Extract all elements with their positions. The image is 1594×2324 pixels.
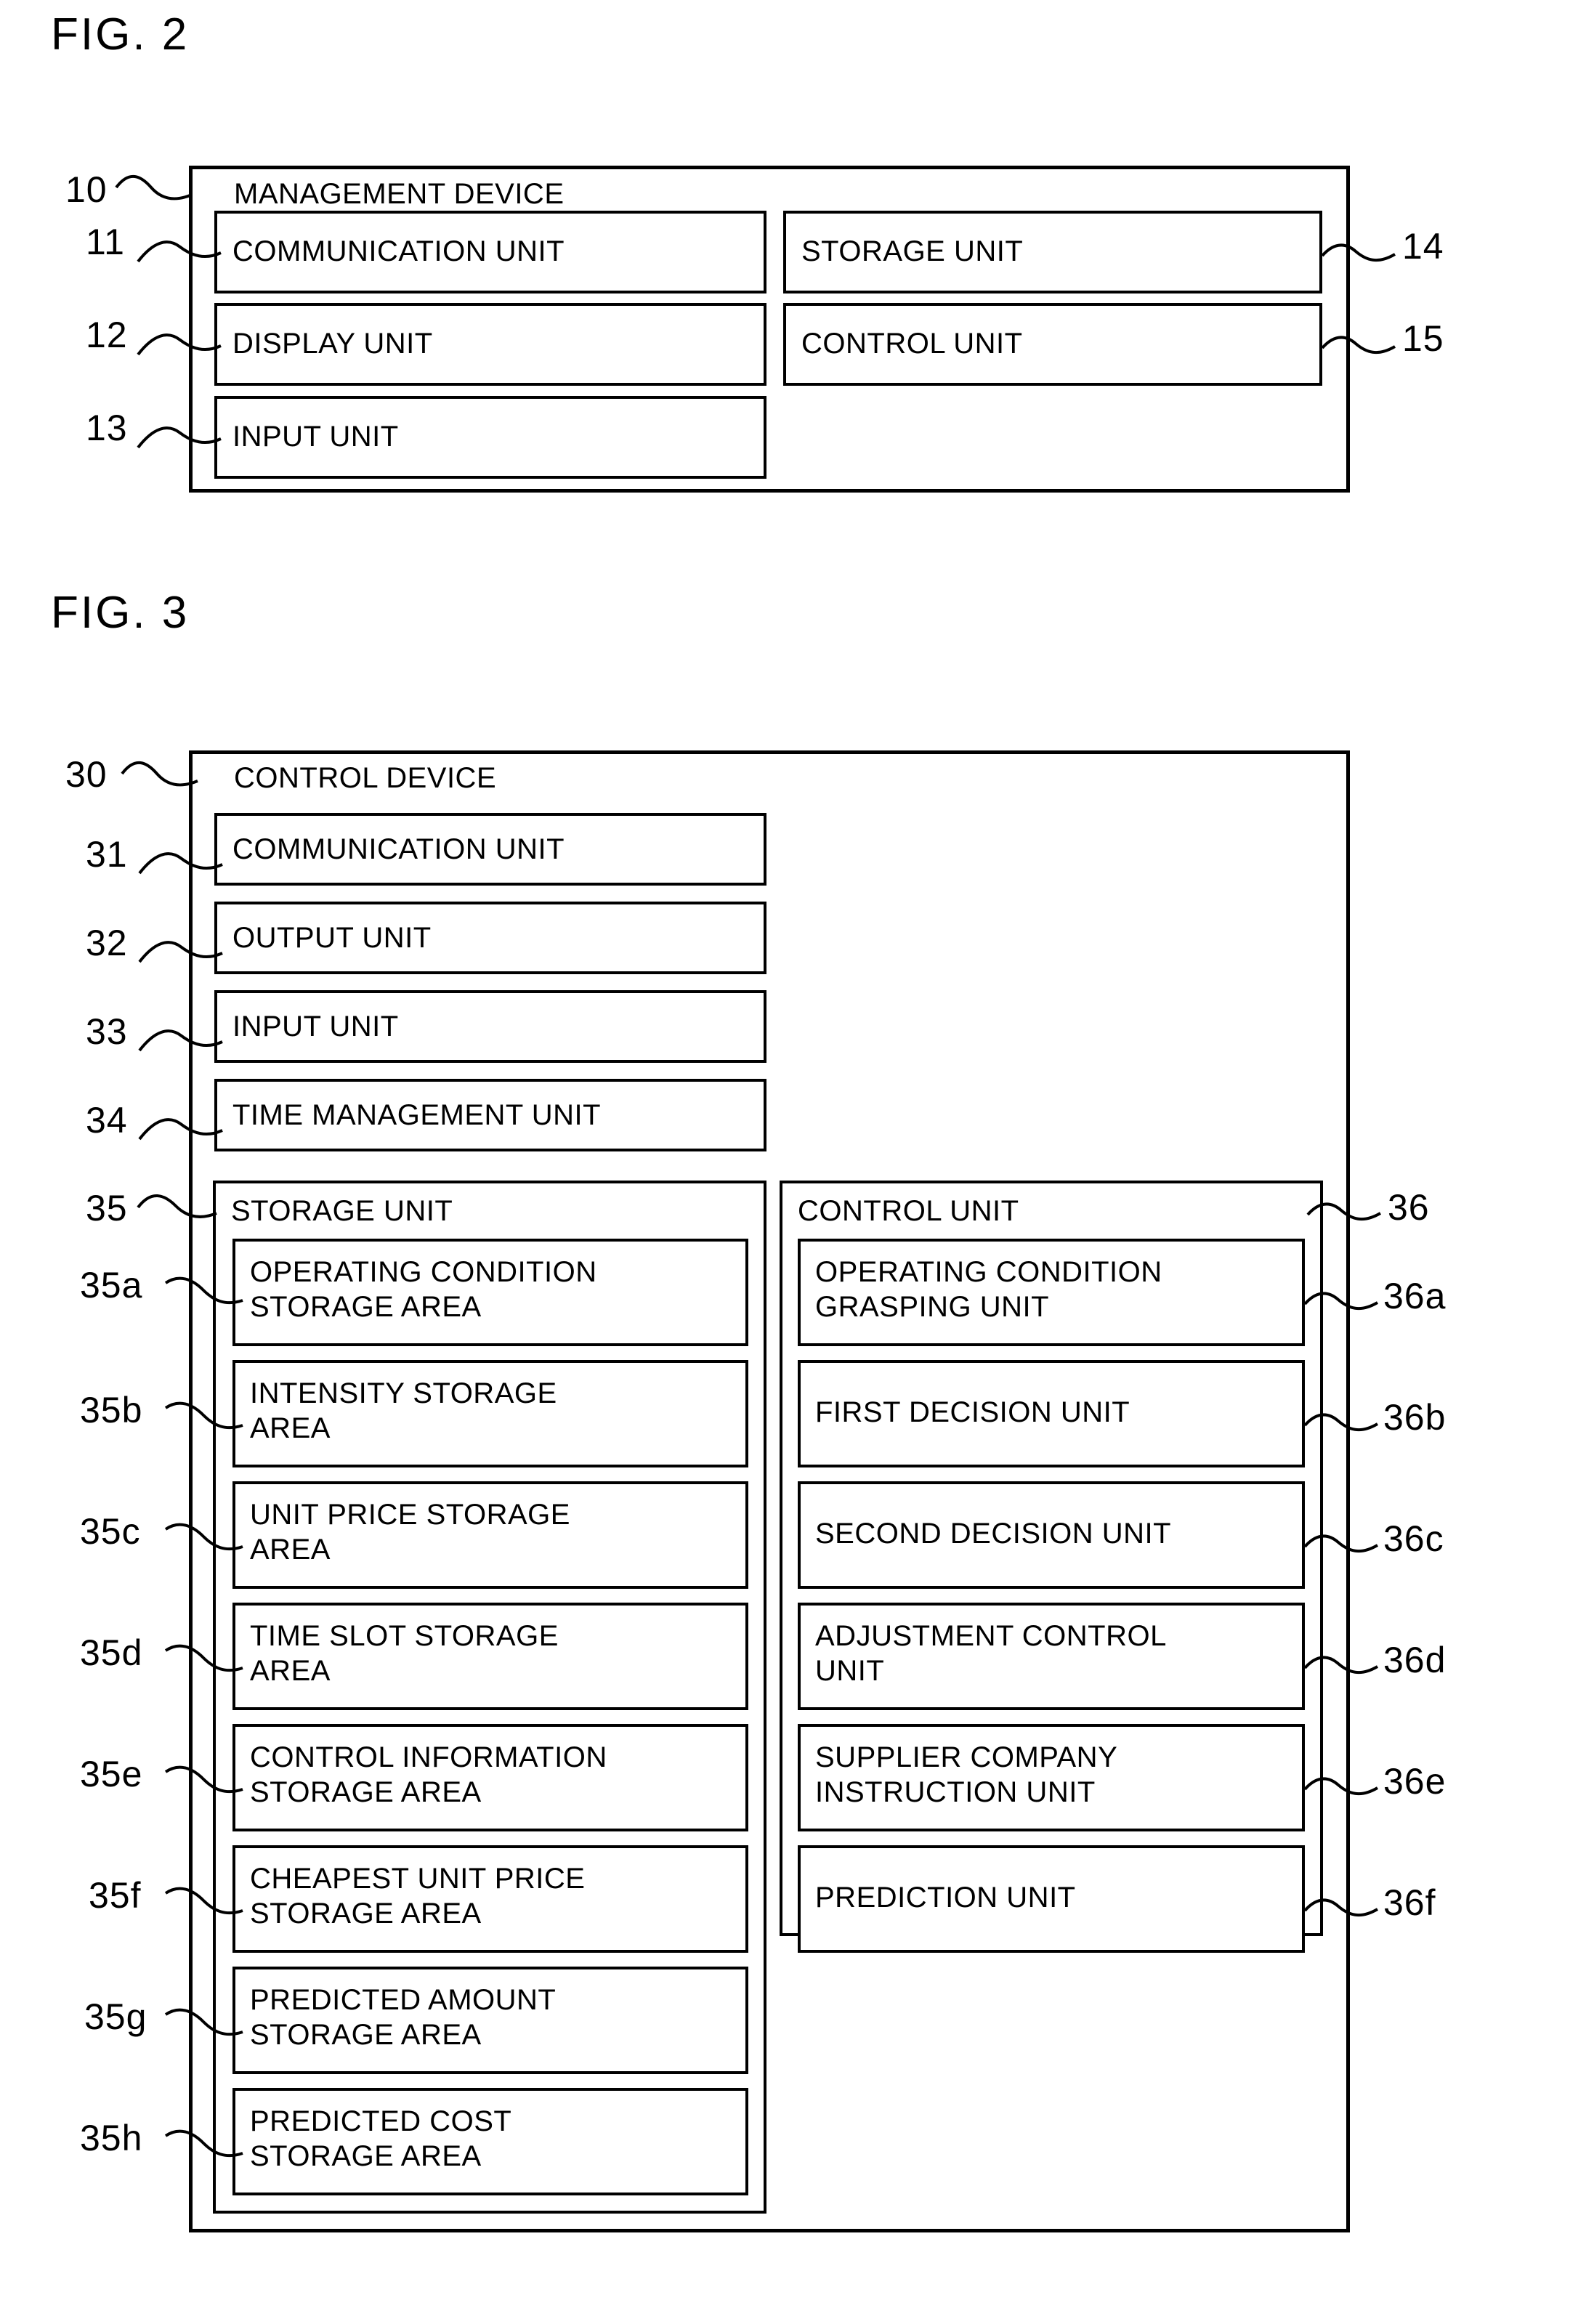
first-decision-unit-label-36b: FIRST DECISION UNIT <box>815 1395 1130 1430</box>
ref-numeral-36b: 36b <box>1383 1397 1447 1438</box>
control-unit-title-36: CONTROL UNIT <box>798 1195 1019 1227</box>
management-device-title: MANAGEMENT DEVICE <box>234 178 565 210</box>
label-line-2: GRASPING UNIT <box>815 1291 1050 1323</box>
figure-2-title: FIG. 2 <box>51 9 190 60</box>
adjustment-control-unit-label-36d: ADJUSTMENT CONTROL UNIT <box>815 1619 1167 1688</box>
ref-numeral-14: 14 <box>1402 226 1444 267</box>
label-line-1: ADJUSTMENT CONTROL <box>815 1620 1167 1652</box>
time-management-unit-label-34: TIME MANAGEMENT UNIT <box>232 1099 602 1131</box>
ref-numeral-33: 33 <box>86 1011 128 1052</box>
control-device-title: CONTROL DEVICE <box>234 762 497 794</box>
label-line-2: STORAGE AREA <box>250 2019 482 2051</box>
time-slot-storage-area-label-35d: TIME SLOT STORAGE AREA <box>250 1619 559 1688</box>
ref-numeral-31: 31 <box>86 834 128 875</box>
control-unit-label-15: CONTROL UNIT <box>801 328 1023 360</box>
ref-numeral-36e: 36e <box>1383 1761 1447 1802</box>
ref-numeral-11: 11 <box>86 222 125 262</box>
label-line-1: INTENSITY STORAGE <box>250 1377 557 1409</box>
ref-numeral-35a: 35a <box>80 1265 143 1305</box>
storage-unit-label-14: STORAGE UNIT <box>801 235 1024 267</box>
label-line-2: AREA <box>250 1534 331 1566</box>
label-line-1: PREDICTED COST <box>250 2105 512 2137</box>
label-line-2: UNIT <box>815 1655 885 1687</box>
leader-line-10 <box>115 174 193 201</box>
label-line-1: OPERATING CONDITION <box>250 1256 597 1288</box>
ref-numeral-36c: 36c <box>1383 1518 1444 1559</box>
communication-unit-label-11: COMMUNICATION UNIT <box>232 235 565 267</box>
label-line-1: SECOND DECISION UNIT <box>815 1518 1172 1550</box>
input-unit-label-13: INPUT UNIT <box>232 421 399 453</box>
label-line-1: FIRST DECISION UNIT <box>815 1396 1130 1428</box>
operating-condition-grasping-unit-label-36a: OPERATING CONDITION GRASPING UNIT <box>815 1255 1162 1324</box>
ref-numeral-12: 12 <box>86 315 128 355</box>
ref-numeral-35h: 35h <box>80 2118 143 2158</box>
second-decision-unit-label-36c: SECOND DECISION UNIT <box>815 1516 1171 1551</box>
ref-numeral-36d: 36d <box>1383 1640 1447 1680</box>
ref-numeral-35b: 35b <box>80 1390 143 1430</box>
operating-condition-storage-area-label-35a: OPERATING CONDITION STORAGE AREA <box>250 1255 597 1324</box>
label-line-1: CONTROL INFORMATION <box>250 1741 607 1773</box>
figure-3-title: FIG. 3 <box>51 588 190 638</box>
ref-numeral-13: 13 <box>86 408 128 448</box>
storage-unit-title-35: STORAGE UNIT <box>231 1195 453 1227</box>
supplier-company-instruction-unit-label-36e: SUPPLIER COMPANY INSTRUCTION UNIT <box>815 1740 1117 1810</box>
label-line-1: PREDICTION UNIT <box>815 1882 1076 1914</box>
label-line-1: OPERATING CONDITION <box>815 1256 1162 1288</box>
communication-unit-label-31: COMMUNICATION UNIT <box>232 833 565 865</box>
label-line-2: INSTRUCTION UNIT <box>815 1776 1096 1808</box>
cheapest-unit-price-storage-area-label-35f: CHEAPEST UNIT PRICE STORAGE AREA <box>250 1861 585 1931</box>
ref-numeral-10: 10 <box>65 169 108 210</box>
input-unit-label-33: INPUT UNIT <box>232 1011 399 1042</box>
predicted-cost-storage-area-label-35h: PREDICTED COST STORAGE AREA <box>250 2104 511 2174</box>
intensity-storage-area-label-35b: INTENSITY STORAGE AREA <box>250 1376 557 1446</box>
unit-price-storage-area-label-35c: UNIT PRICE STORAGE AREA <box>250 1497 570 1567</box>
label-line-2: STORAGE AREA <box>250 1776 482 1808</box>
display-unit-label-12: DISPLAY UNIT <box>232 328 433 360</box>
label-line-1: UNIT PRICE STORAGE <box>250 1499 570 1531</box>
label-line-2: STORAGE AREA <box>250 1291 482 1323</box>
ref-numeral-36a: 36a <box>1383 1276 1447 1316</box>
ref-numeral-36: 36 <box>1388 1187 1430 1228</box>
label-line-1: CHEAPEST UNIT PRICE <box>250 1863 586 1895</box>
ref-numeral-34: 34 <box>86 1100 128 1141</box>
ref-numeral-35d: 35d <box>80 1632 143 1673</box>
ref-numeral-32: 32 <box>86 923 128 963</box>
ref-numeral-36f: 36f <box>1383 1882 1436 1923</box>
label-line-2: STORAGE AREA <box>250 1898 482 1930</box>
output-unit-label-32: OUTPUT UNIT <box>232 922 432 954</box>
label-line-2: STORAGE AREA <box>250 2140 482 2172</box>
ref-numeral-35e: 35e <box>80 1754 143 1794</box>
ref-numeral-30: 30 <box>65 754 108 795</box>
ref-numeral-15: 15 <box>1402 318 1444 359</box>
label-line-2: AREA <box>250 1655 331 1687</box>
ref-numeral-35g: 35g <box>84 1996 147 2037</box>
label-line-1: PREDICTED AMOUNT <box>250 1984 557 2016</box>
ref-numeral-35f: 35f <box>89 1875 142 1916</box>
ref-numeral-35: 35 <box>86 1188 128 1228</box>
label-line-1: TIME SLOT STORAGE <box>250 1620 559 1652</box>
ref-numeral-35c: 35c <box>80 1511 141 1552</box>
label-line-2: AREA <box>250 1412 331 1444</box>
control-information-storage-area-label-35e: CONTROL INFORMATION STORAGE AREA <box>250 1740 607 1810</box>
label-line-1: SUPPLIER COMPANY <box>815 1741 1118 1773</box>
prediction-unit-label-36f: PREDICTION UNIT <box>815 1880 1076 1915</box>
predicted-amount-storage-area-label-35g: PREDICTED AMOUNT STORAGE AREA <box>250 1983 556 2052</box>
